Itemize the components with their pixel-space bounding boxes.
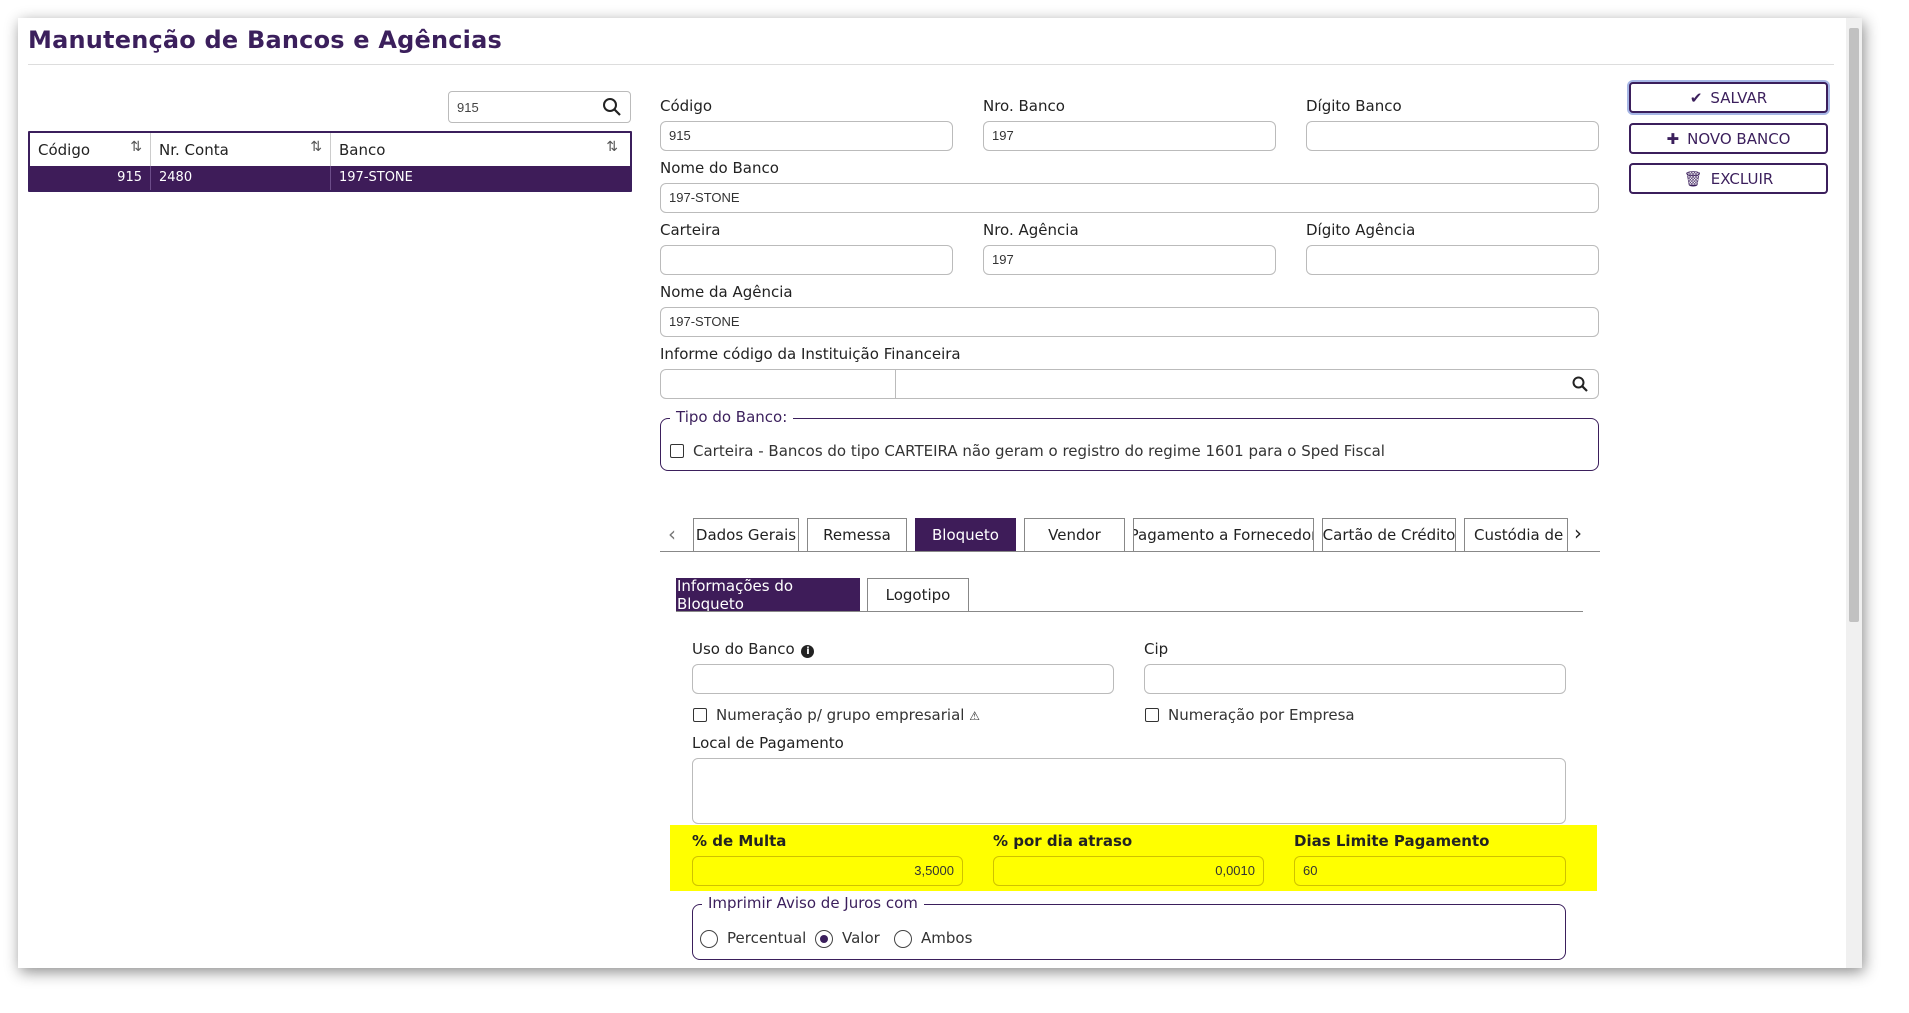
tab-custodia[interactable]: Custódia de C (1464, 518, 1568, 552)
col-header-nr-conta[interactable]: Nr. Conta ⇅ (151, 133, 331, 166)
codigo-field[interactable]: 915 (660, 121, 953, 151)
nro-banco-field[interactable]: 197 (983, 121, 1276, 151)
search-icon[interactable] (1572, 376, 1588, 392)
digito-banco-label: Dígito Banco (1306, 97, 1402, 115)
dia-atraso-field[interactable]: 0,0010 (993, 856, 1264, 886)
app-window: Manutenção de Bancos e Agências Código ⇅… (18, 18, 1862, 968)
numeracao-empresa-label: Numeração por Empresa (1168, 706, 1355, 724)
instituicao-lookup (660, 369, 1599, 399)
radio-percentual[interactable] (700, 930, 718, 948)
search-icon[interactable] (602, 97, 622, 117)
search-box (448, 91, 631, 123)
save-button[interactable]: ✔ SALVAR (1629, 82, 1828, 113)
new-bank-button[interactable]: ✚ NOVO BANCO (1629, 123, 1828, 154)
sort-icon[interactable]: ⇅ (310, 139, 322, 155)
dias-limite-label: Dias Limite Pagamento (1294, 832, 1490, 850)
local-pagamento-textarea[interactable] (692, 758, 1566, 824)
multa-label: % de Multa (692, 832, 787, 850)
instituicao-label: Informe código da Instituição Financeira (660, 345, 961, 363)
cell-banco: 197-STONE (339, 170, 413, 185)
carteira-checkbox-label: Carteira - Bancos do tipo CARTEIRA não g… (693, 442, 1385, 460)
cip-label: Cip (1144, 640, 1169, 658)
sort-icon[interactable]: ⇅ (130, 139, 142, 155)
subtabs-divider (676, 611, 1583, 612)
instituicao-code-field[interactable] (661, 370, 896, 398)
trash-icon: 🗑 (1683, 169, 1703, 188)
carteira-field[interactable] (660, 245, 953, 275)
check-icon: ✔ (1689, 88, 1703, 107)
tabs-next-icon[interactable]: › (1574, 521, 1582, 545)
carteira-checkbox[interactable] (670, 444, 684, 458)
col-header-codigo[interactable]: Código ⇅ (30, 133, 151, 166)
subtab-informacoes-bloqueto[interactable]: Informações do Bloqueto (676, 577, 860, 613)
nome-agencia-label: Nome da Agência (660, 283, 793, 301)
cip-field[interactable] (1144, 664, 1566, 694)
numeracao-empresa-checkbox[interactable] (1145, 708, 1159, 722)
search-input[interactable] (455, 96, 599, 118)
grid-header: Código ⇅ Nr. Conta ⇅ Banco ⇅ (30, 133, 630, 166)
plus-icon: ✚ (1666, 129, 1680, 148)
multa-field[interactable]: 3,5000 (692, 856, 963, 886)
tab-pagamento-fornecedor[interactable]: Pagamento a Fornecedor (1133, 518, 1314, 552)
dias-limite-field[interactable]: 60 (1294, 856, 1566, 886)
tipo-banco-legend: Tipo do Banco: (670, 408, 794, 426)
uso-banco-field[interactable] (692, 664, 1114, 694)
sort-icon[interactable]: ⇅ (606, 139, 618, 155)
radio-valor[interactable] (815, 930, 833, 948)
digito-agencia-field[interactable] (1306, 245, 1599, 275)
carteira-label: Carteira (660, 221, 721, 239)
radio-ambos-label: Ambos (921, 929, 973, 947)
radio-percentual-label: Percentual (727, 929, 807, 947)
warning-icon[interactable]: ⚠ (969, 709, 980, 723)
page-title: Manutenção de Bancos e Agências (28, 26, 502, 54)
nro-agencia-label: Nro. Agência (983, 221, 1079, 239)
instituicao-name-field[interactable] (896, 370, 1556, 398)
cell-nr-conta: 2480 (151, 166, 331, 190)
col-header-banco[interactable]: Banco ⇅ (331, 133, 626, 166)
numeracao-grupo-label: Numeração p/ grupo empresarial ⚠ (716, 706, 980, 724)
tab-dados-gerais[interactable]: Dados Gerais (693, 518, 799, 552)
nome-banco-field[interactable]: 197-STONE (660, 183, 1599, 213)
scrollbar-thumb[interactable] (1849, 28, 1859, 622)
nome-agencia-field[interactable]: 197-STONE (660, 307, 1599, 337)
title-divider (28, 64, 1834, 65)
tabs-prev-icon[interactable]: ‹ (668, 522, 676, 546)
uso-banco-label: Uso do Banco i (692, 640, 815, 658)
aviso-juros-legend: Imprimir Aviso de Juros com (702, 894, 924, 912)
vertical-scrollbar[interactable] (1846, 18, 1862, 968)
tab-cartao-credito[interactable]: Cartão de Crédito (1322, 518, 1456, 552)
dia-atraso-label: % por dia atraso (993, 832, 1133, 850)
info-icon[interactable]: i (801, 645, 815, 658)
nro-agencia-field[interactable]: 197 (983, 245, 1276, 275)
radio-ambos[interactable] (894, 930, 912, 948)
digito-banco-field[interactable] (1306, 121, 1599, 151)
table-row[interactable]: 915 2480 197-STONE (30, 166, 630, 190)
subtab-logotipo[interactable]: Logotipo (867, 578, 969, 612)
tab-remessa[interactable]: Remessa (807, 518, 907, 552)
tabs-divider (660, 551, 1600, 552)
delete-button[interactable]: 🗑 EXCLUIR (1629, 163, 1828, 194)
nome-banco-label: Nome do Banco (660, 159, 779, 177)
tab-vendor[interactable]: Vendor (1024, 518, 1125, 552)
nro-banco-label: Nro. Banco (983, 97, 1065, 115)
digito-agencia-label: Dígito Agência (1306, 221, 1416, 239)
numeracao-grupo-checkbox[interactable] (693, 708, 707, 722)
cell-codigo: 915 (30, 166, 151, 190)
radio-valor-label: Valor (842, 929, 880, 947)
tab-bloqueto[interactable]: Bloqueto (915, 518, 1016, 552)
codigo-label: Código (660, 97, 713, 115)
bank-grid: Código ⇅ Nr. Conta ⇅ Banco ⇅ 915 2480 19… (28, 131, 632, 192)
local-pagamento-label: Local de Pagamento (692, 734, 844, 752)
